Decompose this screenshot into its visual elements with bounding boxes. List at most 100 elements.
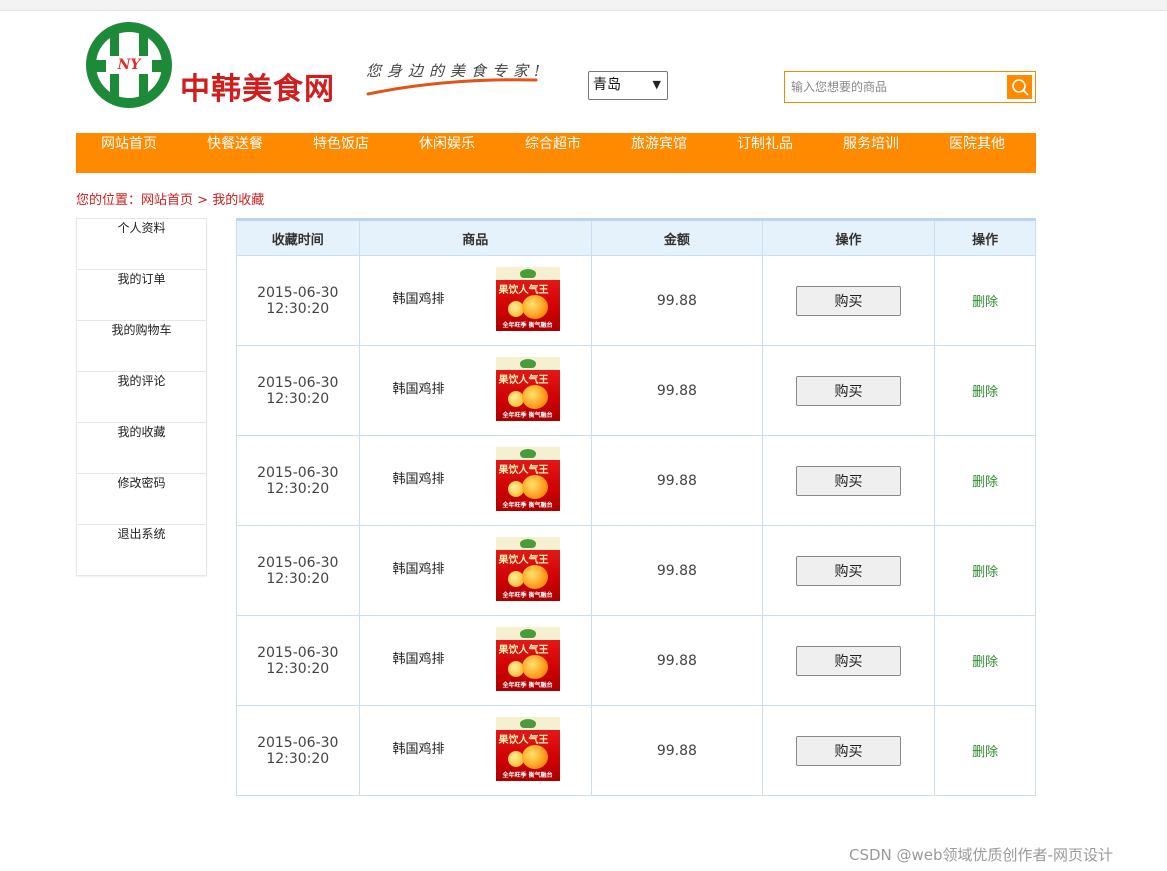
buy-cell: 购买 xyxy=(761,435,936,526)
header-amount: 金额 xyxy=(591,218,763,256)
product-name[interactable]: 韩国鸡排 xyxy=(393,738,445,757)
price-cell: 99.88 xyxy=(591,345,763,436)
product-name[interactable]: 韩国鸡排 xyxy=(393,288,445,307)
table-row: 2015-06-30 12:30:20 韩国鸡排 果饮人气王 全年旺季 衡气融台… xyxy=(236,435,1036,526)
product-image[interactable]: 果饮人气王 全年旺季 衡气融台 xyxy=(495,267,560,331)
sidebar-item-favorites[interactable]: 我的收藏 xyxy=(76,423,207,474)
product-image[interactable]: 果饮人气王 全年旺季 衡气融台 xyxy=(495,717,560,781)
product-wrap: 韩国鸡排 果饮人气王 全年旺季 衡气融台 xyxy=(361,437,590,524)
product-cell: 韩国鸡排 果饮人气王 全年旺季 衡气融台 xyxy=(358,435,593,526)
table-row: 2015-06-30 12:30:20 韩国鸡排 果饮人气王 全年旺季 衡气融台… xyxy=(236,705,1036,796)
city-select[interactable]: 青岛 ▼ xyxy=(588,71,668,100)
buy-cell: 购买 xyxy=(761,255,936,346)
price-cell: 99.88 xyxy=(591,255,763,346)
sidebar-item-orders[interactable]: 我的订单 xyxy=(76,270,207,321)
breadcrumb-separator: > xyxy=(197,193,209,208)
table-header-row: 收藏时间 商品 金额 操作 操作 xyxy=(236,218,1036,256)
cup-icon xyxy=(519,719,536,728)
product-image-title: 果饮人气王 xyxy=(498,465,549,476)
product-name[interactable]: 韩国鸡排 xyxy=(393,648,445,667)
price-cell: 99.88 xyxy=(591,525,763,616)
delete-link[interactable]: 删除 xyxy=(972,385,998,400)
nav-item-hotels[interactable]: 旅游宾馆 xyxy=(606,133,712,173)
nav-item-leisure[interactable]: 休闲娱乐 xyxy=(394,133,500,173)
product-image-band xyxy=(495,447,560,460)
delete-link[interactable]: 删除 xyxy=(972,655,998,670)
buy-button[interactable]: 购买 xyxy=(795,555,901,586)
main-nav: 网站首页 快餐送餐 特色饭店 休闲娱乐 综合超市 旅游宾馆 订制礼品 服务培训 … xyxy=(76,133,1036,173)
buy-cell: 购买 xyxy=(761,525,936,616)
nav-item-supermarket[interactable]: 综合超市 xyxy=(500,133,606,173)
header-favorite-time: 收藏时间 xyxy=(236,218,360,256)
favorite-time-cell: 2015-06-30 12:30:20 xyxy=(236,255,360,346)
table-row: 2015-06-30 12:30:20 韩国鸡排 果饮人气王 全年旺季 衡气融台… xyxy=(236,525,1036,616)
nav-item-gifts[interactable]: 订制礼品 xyxy=(712,133,818,173)
header-product: 商品 xyxy=(358,218,593,256)
search-box xyxy=(784,71,1036,103)
buy-button[interactable]: 购买 xyxy=(795,465,901,496)
delete-link[interactable]: 删除 xyxy=(972,745,998,760)
buy-button[interactable]: 购买 xyxy=(795,645,901,676)
product-image[interactable]: 果饮人气王 全年旺季 衡气融台 xyxy=(495,627,560,691)
product-name[interactable]: 韩国鸡排 xyxy=(393,558,445,577)
search-icon xyxy=(1012,79,1029,96)
delete-link[interactable]: 删除 xyxy=(972,565,998,580)
sidebar: 个人资料 我的订单 我的购物车 我的评论 我的收藏 修改密码 退出系统 xyxy=(76,218,207,576)
product-image[interactable]: 果饮人气王 全年旺季 衡气融台 xyxy=(495,447,560,511)
product-image[interactable]: 果饮人气王 全年旺季 衡气融台 xyxy=(495,357,560,421)
nav-item-other[interactable]: 医院其他 xyxy=(924,133,1030,173)
sidebar-item-logout[interactable]: 退出系统 xyxy=(76,525,207,576)
header-action: 操作 xyxy=(761,218,936,256)
header-action: 操作 xyxy=(934,218,1036,256)
product-cell: 韩国鸡排 果饮人气王 全年旺季 衡气融台 xyxy=(358,615,593,706)
site-logo[interactable]: NY 中韩美食网 xyxy=(86,22,346,110)
product-image-title: 果饮人气王 xyxy=(498,285,549,296)
search-input[interactable] xyxy=(785,72,1005,102)
fruit-icon xyxy=(507,751,524,767)
nav-item-fast-food[interactable]: 快餐送餐 xyxy=(182,133,288,173)
product-image[interactable]: 果饮人气王 全年旺季 衡气融台 xyxy=(495,537,560,601)
sidebar-item-reviews[interactable]: 我的评论 xyxy=(76,372,207,423)
delete-link[interactable]: 删除 xyxy=(972,295,998,310)
product-image-band xyxy=(495,537,560,550)
product-image-footer: 全年旺季 衡气融台 xyxy=(502,772,553,779)
logo-mark: NY xyxy=(106,56,152,74)
buy-cell: 购买 xyxy=(761,615,936,706)
product-cell: 韩国鸡排 果饮人气王 全年旺季 衡气融台 xyxy=(358,705,593,796)
logo-text: 中韩美食网 xyxy=(180,72,335,107)
price-cell: 99.88 xyxy=(591,615,763,706)
slogan-swoosh-icon xyxy=(366,78,538,96)
product-name[interactable]: 韩国鸡排 xyxy=(393,378,445,397)
buy-cell: 购买 xyxy=(761,345,936,436)
product-cell: 韩国鸡排 果饮人气王 全年旺季 衡气融台 xyxy=(358,255,593,346)
watermark: CSDN @web领域优质创作者-网页设计 xyxy=(849,846,1113,864)
search-button[interactable] xyxy=(1007,75,1032,99)
product-wrap: 韩国鸡排 果饮人气王 全年旺季 衡气融台 xyxy=(361,707,590,794)
product-image-title: 果饮人气王 xyxy=(498,555,549,566)
buy-button[interactable]: 购买 xyxy=(795,375,901,406)
sidebar-item-change-password[interactable]: 修改密码 xyxy=(76,474,207,525)
buy-button[interactable]: 购买 xyxy=(795,735,901,766)
buy-button[interactable]: 购买 xyxy=(795,285,901,316)
delete-link[interactable]: 删除 xyxy=(972,475,998,490)
slogan: 您身边的美食专家! xyxy=(366,60,546,100)
breadcrumb-current: 我的收藏 xyxy=(212,193,265,208)
product-image-title: 果饮人气王 xyxy=(498,375,549,386)
favorite-date: 2015-06-30 xyxy=(257,554,339,571)
cup-icon xyxy=(519,269,536,278)
nav-item-home[interactable]: 网站首页 xyxy=(76,133,182,173)
delete-cell: 删除 xyxy=(934,705,1036,796)
nav-item-training[interactable]: 服务培训 xyxy=(818,133,924,173)
breadcrumb-prefix: 您的位置： xyxy=(76,193,142,208)
product-image-footer: 全年旺季 衡气融台 xyxy=(502,682,553,689)
breadcrumb-home-link[interactable]: 网站首页 xyxy=(141,193,193,208)
product-name[interactable]: 韩国鸡排 xyxy=(393,468,445,487)
fruit-icon xyxy=(507,481,524,497)
sidebar-item-profile[interactable]: 个人资料 xyxy=(76,218,207,270)
sidebar-item-cart[interactable]: 我的购物车 xyxy=(76,321,207,372)
cup-icon xyxy=(519,359,536,368)
city-select-value: 青岛 xyxy=(593,77,621,93)
nav-item-restaurants[interactable]: 特色饭店 xyxy=(288,133,394,173)
price-cell: 99.88 xyxy=(591,435,763,526)
product-image-band xyxy=(495,627,560,640)
